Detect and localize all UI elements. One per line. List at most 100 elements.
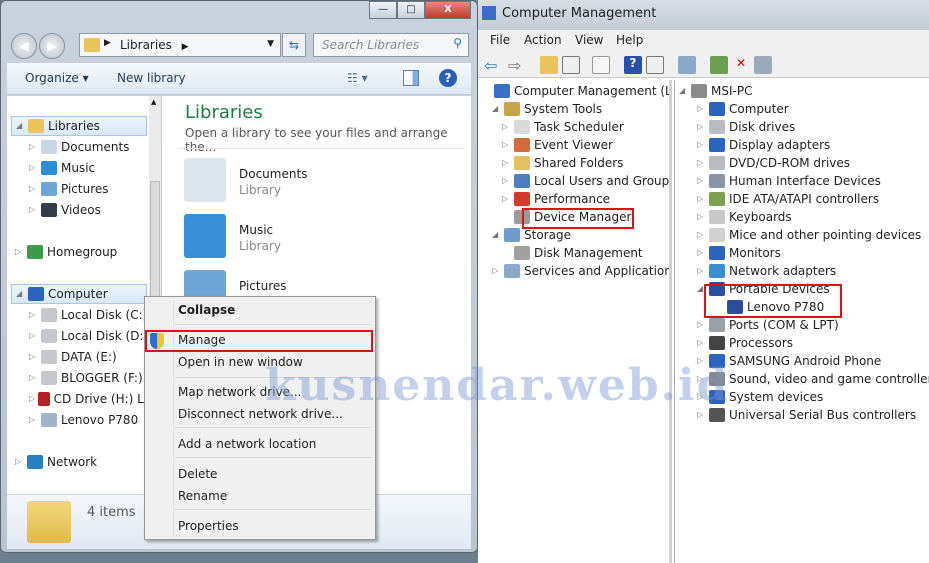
- expand-arrow-icon[interactable]: ▷: [697, 244, 709, 262]
- update-driver-icon[interactable]: [710, 56, 728, 74]
- help-icon[interactable]: ?: [624, 56, 642, 74]
- expand-arrow-icon[interactable]: ▷: [697, 190, 709, 208]
- nav-item-lenovo-p780[interactable]: ▷ Lenovo P780: [11, 410, 151, 430]
- nav-item-music[interactable]: ▷ Music: [11, 158, 151, 178]
- organize-button[interactable]: Organize ▾: [25, 71, 89, 85]
- nav-item-homegroup[interactable]: ▷ Homegroup: [11, 242, 151, 262]
- expand-arrow-icon[interactable]: ▷: [29, 347, 41, 367]
- expand-arrow-icon[interactable]: ◢: [16, 284, 28, 304]
- forward-arrow-icon[interactable]: ⇨: [508, 56, 526, 75]
- scroll-up-icon[interactable]: ▲: [151, 98, 156, 106]
- expand-arrow-icon[interactable]: ◢: [492, 226, 504, 244]
- expand-arrow-icon[interactable]: ▷: [502, 190, 514, 208]
- expand-arrow-icon[interactable]: ▷: [697, 100, 709, 118]
- view-options-icon[interactable]: ☷ ▾: [347, 71, 368, 85]
- expand-arrow-icon[interactable]: ▷: [29, 410, 41, 430]
- menu-item-open-in-new-window[interactable]: Open in new window: [178, 355, 303, 369]
- tree-item-performance[interactable]: ▷ Performance: [482, 190, 610, 208]
- tree-item-universal-serial-bus-controllers[interactable]: ▷ Universal Serial Bus controllers: [679, 406, 916, 424]
- uninstall-icon[interactable]: ✕: [732, 56, 750, 74]
- up-folder-icon[interactable]: [540, 56, 558, 74]
- expand-arrow-icon[interactable]: ▷: [697, 388, 709, 406]
- expand-arrow-icon[interactable]: ▷: [697, 406, 709, 424]
- expand-arrow-icon[interactable]: ▷: [697, 352, 709, 370]
- tree-item-ports-com-lpt[interactable]: ▷ Ports (COM & LPT): [679, 316, 839, 334]
- expand-arrow-icon[interactable]: ▷: [29, 326, 41, 346]
- export-list-icon[interactable]: [592, 56, 610, 74]
- refresh-button[interactable]: ⇆: [282, 33, 306, 57]
- tree-item-keyboards[interactable]: ▷ Keyboards: [679, 208, 792, 226]
- tree-item-mice-and-other-pointing-devices[interactable]: ▷ Mice and other pointing devices: [679, 226, 921, 244]
- forward-button[interactable]: ▶: [39, 33, 65, 59]
- nav-item-videos[interactable]: ▷ Videos: [11, 200, 151, 220]
- expand-arrow-icon[interactable]: ▷: [15, 452, 27, 472]
- expand-arrow-icon[interactable]: ◢: [679, 82, 691, 100]
- expand-arrow-icon[interactable]: ▷: [697, 226, 709, 244]
- nav-item-blogger-f-[interactable]: ▷ BLOGGER (F:): [11, 368, 151, 388]
- nav-item-cd-drive-h-le[interactable]: ▷ CD Drive (H:) Le: [11, 389, 151, 409]
- expand-arrow-icon[interactable]: ▷: [697, 334, 709, 352]
- tree-item-sound-video-and-game-controllers[interactable]: ▷ Sound, video and game controllers: [679, 370, 929, 388]
- breadcrumb-libraries[interactable]: Libraries: [120, 38, 172, 52]
- tree-item-computer-management-local[interactable]: Computer Management (Local: [482, 82, 669, 100]
- nav-item-network[interactable]: ▷ Network: [11, 452, 151, 472]
- expand-arrow-icon[interactable]: ▷: [502, 118, 514, 136]
- nav-item-libraries[interactable]: ◢ Libraries: [11, 116, 147, 136]
- menu-item-add-a-network-location[interactable]: Add a network location: [178, 437, 316, 451]
- menu-item-collapse[interactable]: Collapse: [178, 303, 235, 317]
- tree-item-dvd-cd-rom-drives[interactable]: ▷ DVD/CD-ROM drives: [679, 154, 850, 172]
- menu-item-properties[interactable]: Properties: [178, 519, 239, 533]
- tree-item-local-users-and-groups[interactable]: ▷ Local Users and Groups: [482, 172, 669, 190]
- expand-arrow-icon[interactable]: ▷: [29, 200, 41, 220]
- expand-arrow-icon[interactable]: ▷: [697, 262, 709, 280]
- menu-item-rename[interactable]: Rename: [178, 489, 227, 503]
- tree-item-processors[interactable]: ▷ Processors: [679, 334, 793, 352]
- expand-arrow-icon[interactable]: ◢: [492, 100, 504, 118]
- expand-arrow-icon[interactable]: ▷: [697, 136, 709, 154]
- expand-arrow-icon[interactable]: ▷: [29, 137, 41, 157]
- search-input[interactable]: Search Libraries ⚲: [313, 33, 469, 57]
- expand-arrow-icon[interactable]: ▷: [502, 154, 514, 172]
- library-item[interactable]: Music Library: [184, 212, 444, 262]
- tree-item-services-and-applications[interactable]: ▷ Services and Applications: [482, 262, 669, 280]
- address-bar[interactable]: ▶ Libraries ▶ ▼: [79, 33, 281, 57]
- preview-pane-icon[interactable]: [403, 70, 419, 86]
- menu-action[interactable]: Action: [524, 33, 562, 47]
- menu-view[interactable]: View: [575, 33, 603, 47]
- nav-item-computer[interactable]: ◢ Computer: [11, 284, 147, 304]
- tree-item-msi-pc[interactable]: ◢ MSI-PC: [679, 82, 752, 100]
- expand-arrow-icon[interactable]: ▷: [502, 136, 514, 154]
- expand-arrow-icon[interactable]: ▷: [492, 262, 504, 280]
- expand-arrow-icon[interactable]: ▷: [697, 370, 709, 388]
- tree-item-human-interface-devices[interactable]: ▷ Human Interface Devices: [679, 172, 881, 190]
- tree-item-network-adapters[interactable]: ▷ Network adapters: [679, 262, 836, 280]
- maximize-button[interactable]: □: [397, 1, 425, 19]
- nav-item-local-disk-c-[interactable]: ▷ Local Disk (C:): [11, 305, 151, 325]
- menu-item-map-network-drive[interactable]: Map network drive...: [178, 385, 302, 399]
- expand-arrow-icon[interactable]: ▷: [697, 316, 709, 334]
- nav-item-documents[interactable]: ▷ Documents: [11, 137, 151, 157]
- expand-arrow-icon[interactable]: ▷: [29, 158, 41, 178]
- chevron-down-icon[interactable]: ▼: [267, 39, 274, 49]
- expand-arrow-icon[interactable]: ▷: [29, 305, 41, 325]
- minimize-button[interactable]: —: [369, 1, 397, 19]
- help-icon[interactable]: ?: [439, 69, 457, 87]
- tree-item-monitors[interactable]: ▷ Monitors: [679, 244, 781, 262]
- tree-item-display-adapters[interactable]: ▷ Display adapters: [679, 136, 830, 154]
- close-button[interactable]: X: [425, 1, 471, 19]
- disable-device-icon[interactable]: [754, 56, 772, 74]
- menu-item-disconnect-network-drive[interactable]: Disconnect network drive...: [178, 407, 343, 421]
- menu-file[interactable]: File: [490, 33, 510, 47]
- menu-help[interactable]: Help: [616, 33, 643, 47]
- expand-arrow-icon[interactable]: ▷: [29, 368, 41, 388]
- expand-arrow-icon[interactable]: ▷: [29, 389, 38, 409]
- tree-item-computer[interactable]: ▷ Computer: [679, 100, 789, 118]
- scan-hardware-icon[interactable]: [678, 56, 696, 74]
- expand-arrow-icon[interactable]: ▷: [697, 172, 709, 190]
- nav-item-pictures[interactable]: ▷ Pictures: [11, 179, 151, 199]
- expand-arrow-icon[interactable]: ▷: [502, 172, 514, 190]
- tree-item-disk-management[interactable]: Disk Management: [482, 244, 643, 262]
- back-arrow-icon[interactable]: ⇦: [484, 56, 502, 75]
- new-library-button[interactable]: New library: [117, 71, 186, 85]
- menu-item-delete[interactable]: Delete: [178, 467, 217, 481]
